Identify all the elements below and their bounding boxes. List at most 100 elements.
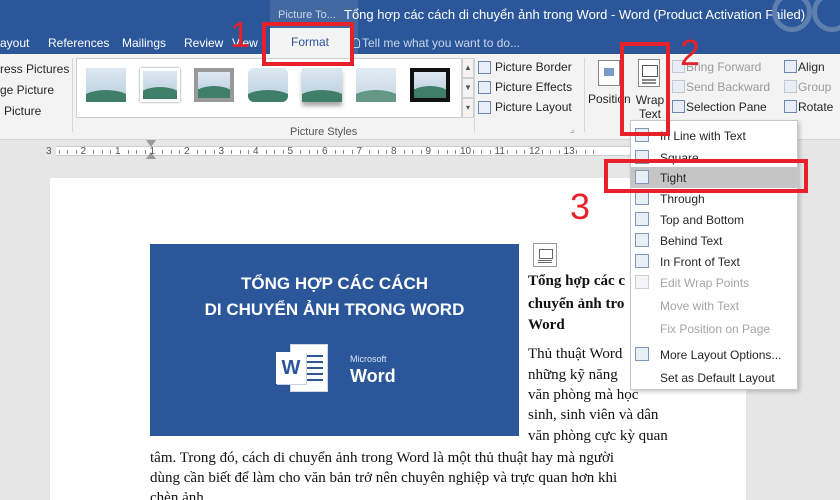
ruler-tick	[162, 150, 164, 154]
ruler-tick	[584, 150, 586, 154]
menu-item-label: Set as Default Layout	[660, 371, 775, 385]
doc-heading-line: Word	[528, 317, 565, 333]
ruler-tick	[274, 150, 276, 154]
annotation-box-format	[262, 22, 354, 66]
ruler-number: 1	[149, 146, 156, 157]
ruler-tick	[515, 150, 517, 154]
picture-style-thumb[interactable]	[302, 68, 342, 102]
rotate-button[interactable]: Rotate	[798, 100, 833, 114]
ruler-tick	[481, 150, 483, 154]
in-front-text-icon	[635, 254, 649, 268]
ruler-tick	[377, 150, 379, 154]
doc-body-line: văn phòng cực kỳ quan	[528, 428, 668, 444]
picture-style-thumb[interactable]	[86, 68, 126, 102]
ruler-number: 5	[287, 146, 294, 157]
tab-references[interactable]: References	[48, 36, 109, 50]
menu-item-move-with-text[interactable]: Move with Text	[631, 295, 797, 316]
ruler-number: 3	[218, 146, 225, 157]
word-logo-icon: W	[276, 344, 328, 392]
selection-pane-button[interactable]: Selection Pane	[686, 100, 767, 114]
position-icon	[598, 60, 620, 86]
change-picture-button[interactable]: ge Picture	[0, 83, 54, 97]
align-button[interactable]: Align	[798, 60, 825, 74]
ruler-tick	[576, 150, 578, 154]
word-logo-letter: W	[276, 352, 306, 384]
menu-item-label: In Front of Text	[660, 255, 740, 269]
ruler-number: 10	[460, 146, 472, 157]
gallery-scroll-down-icon[interactable]: ▼	[462, 78, 474, 98]
ruler-tick	[205, 150, 207, 154]
picture-layout-button[interactable]: Picture Layout	[495, 100, 572, 114]
ruler-tick	[524, 150, 526, 154]
ruler-number: 3	[46, 146, 52, 157]
window-title: Tổng hợp các cách di chuyển ảnh trong Wo…	[344, 7, 806, 22]
ruler-number: 4	[253, 146, 259, 157]
ruler-tick	[334, 150, 336, 154]
image-title-line: DI CHUYỂN ẢNH TRONG WORD	[204, 300, 465, 319]
gallery-scroll-up-icon[interactable]: ▲	[462, 58, 474, 78]
tab-mailings[interactable]: Mailings	[122, 36, 166, 50]
gallery-more-icon[interactable]: ▾	[462, 98, 474, 118]
picture-border-button[interactable]: Picture Border	[495, 60, 572, 74]
ruler-tick	[455, 150, 457, 154]
send-backward-button[interactable]: Send Backward	[686, 80, 770, 94]
doc-body-line: tâm. Trong đó, cách di chuyển ảnh trong …	[150, 450, 615, 466]
ruler-tick	[75, 150, 77, 154]
layout-options-icon[interactable]	[533, 243, 557, 267]
dialog-launcher-icon[interactable]: ⌟	[570, 124, 574, 135]
image-title-line: TỔNG HỢP CÁC CÁCH	[240, 274, 429, 293]
ruler-tick	[403, 150, 405, 154]
doc-heading-line: chuyển ảnh tro	[528, 296, 625, 312]
picture-style-thumb[interactable]	[140, 68, 180, 102]
group-icon	[784, 80, 797, 93]
ruler-number: 13	[563, 146, 575, 157]
ruler-tick	[58, 150, 60, 154]
doc-heading-line: Tổng hợp các c	[528, 273, 626, 289]
ruler-tick	[144, 150, 146, 154]
ruler-number: 11	[494, 146, 505, 157]
document-image[interactable]: TỔNG HỢP CÁC CÁCH DI CHUYỂN ẢNH TRONG WO…	[150, 244, 519, 436]
behind-text-icon	[635, 233, 649, 247]
microsoft-label: Microsoft	[350, 354, 387, 364]
ruler-tick	[179, 150, 181, 154]
menu-item-fix-position[interactable]: Fix Position on Page	[631, 318, 797, 339]
top-bottom-wrap-icon	[635, 212, 649, 226]
menu-item-label: In Line with Text	[660, 129, 746, 143]
compress-pictures-button[interactable]: ress Pictures	[0, 62, 69, 76]
doc-body-line: những kỹ năng	[528, 367, 618, 383]
picture-effects-button[interactable]: Picture Effects	[495, 80, 572, 94]
ruler-number: 9	[425, 146, 432, 157]
picture-style-thumb[interactable]	[410, 68, 450, 102]
tell-me-search[interactable]: Tell me what you want to do...	[362, 36, 520, 50]
group-button[interactable]: Group	[798, 80, 831, 94]
send-backward-icon	[672, 80, 685, 93]
picture-style-thumb[interactable]	[194, 68, 234, 102]
align-icon	[784, 60, 797, 73]
menu-item-top-and-bottom[interactable]: Top and Bottom	[631, 209, 797, 230]
menu-item-set-default-layout[interactable]: Set as Default Layout	[631, 367, 797, 388]
menu-item-edit-wrap-points[interactable]: Edit Wrap Points	[631, 272, 797, 293]
picture-style-thumb[interactable]	[356, 68, 396, 102]
through-wrap-icon	[635, 191, 649, 205]
ruler-tick	[308, 150, 310, 154]
ruler-tick	[300, 150, 302, 154]
ruler-number: 6	[322, 146, 328, 157]
menu-item-more-layout-options[interactable]: More Layout Options...	[631, 344, 797, 365]
ruler-tick	[265, 150, 267, 154]
word-label: Word	[350, 366, 396, 386]
ruler-tick	[343, 150, 345, 154]
ruler-number: 7	[356, 146, 363, 157]
picture-style-thumb[interactable]	[248, 68, 288, 102]
ruler-tick	[412, 150, 414, 154]
ruler-tick	[196, 150, 198, 154]
reset-picture-button[interactable]: Picture	[4, 104, 41, 118]
tab-layout[interactable]: ayout	[0, 36, 29, 50]
menu-item-behind-text[interactable]: Behind Text	[631, 230, 797, 251]
doc-body-line: văn phòng mà học	[528, 387, 639, 403]
ruler-tick	[248, 150, 250, 154]
tab-review[interactable]: Review	[184, 36, 223, 50]
menu-item-in-front-of-text[interactable]: In Front of Text	[631, 251, 797, 272]
menu-item-label: Fix Position on Page	[660, 322, 771, 336]
ruler-tick	[231, 150, 233, 154]
menu-item-label: Move with Text	[660, 299, 740, 313]
